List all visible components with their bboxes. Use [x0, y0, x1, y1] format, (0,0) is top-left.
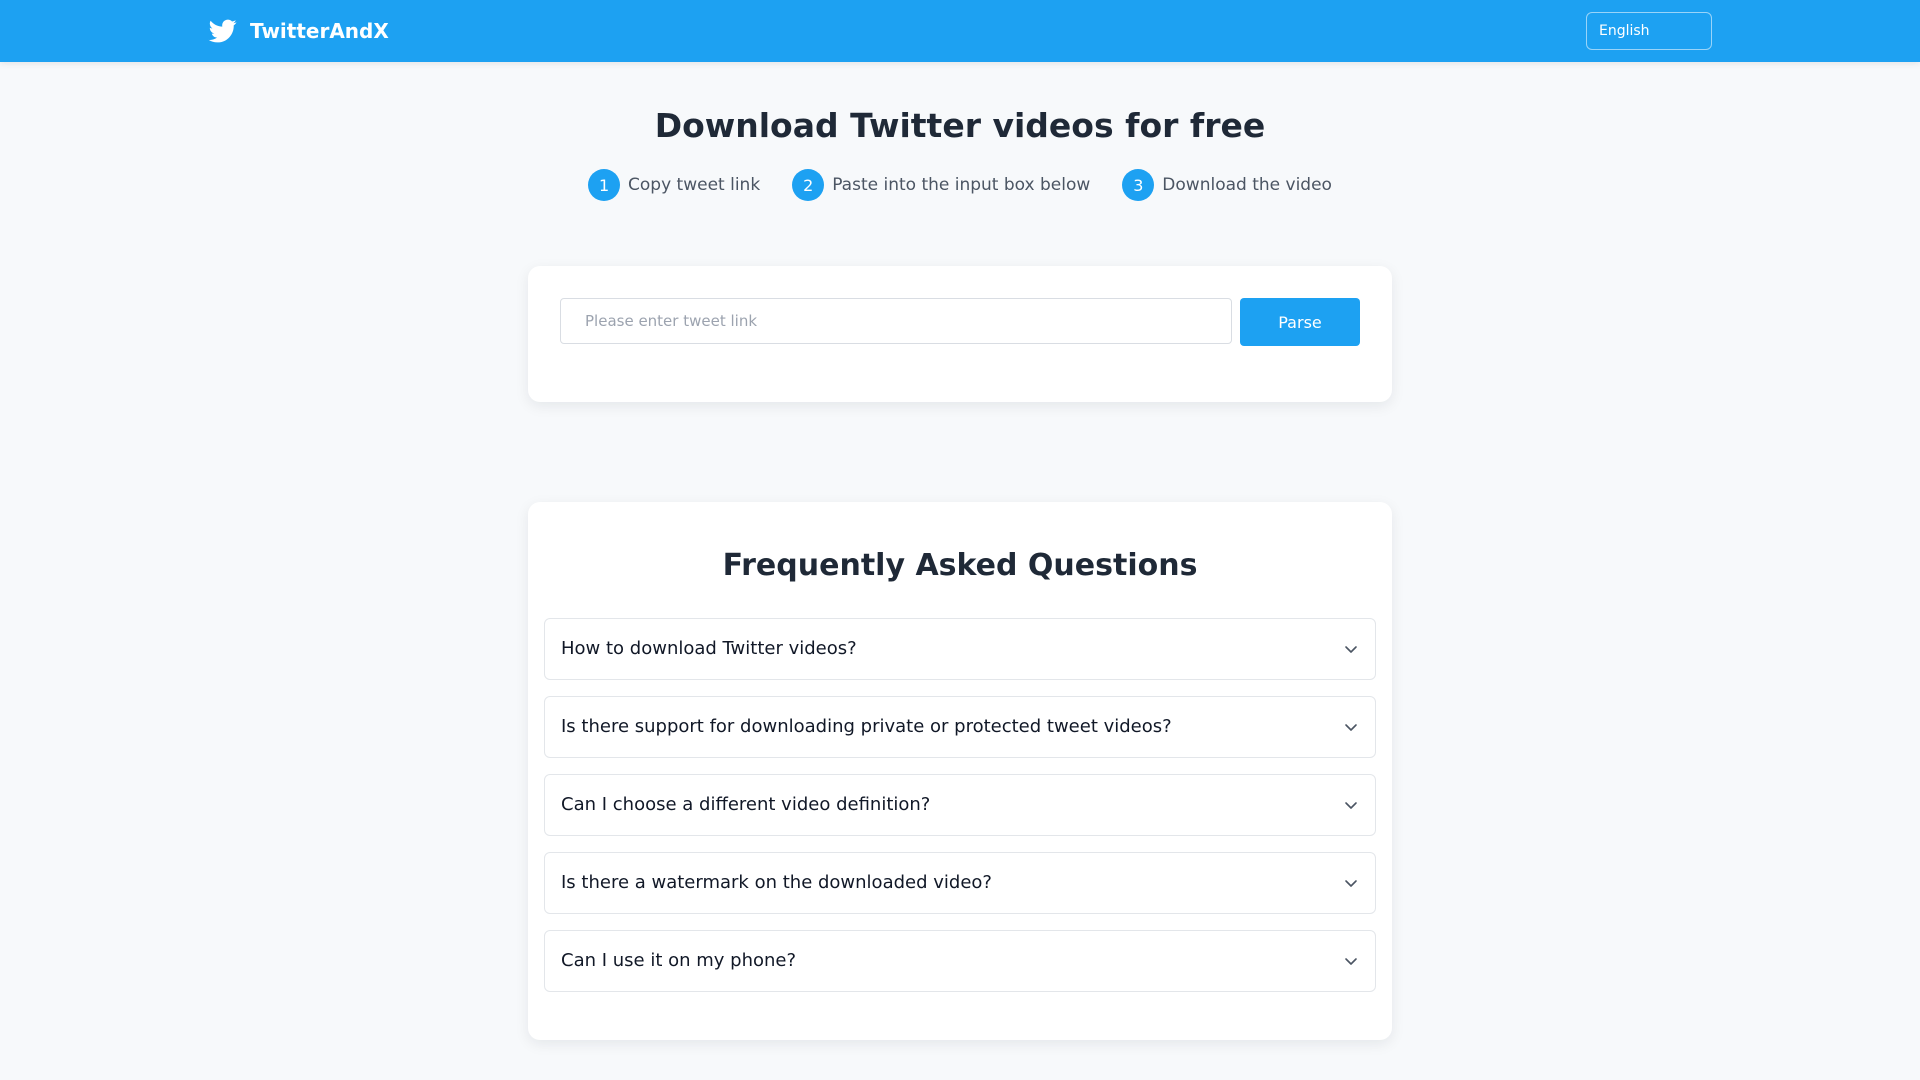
faq-item[interactable]: Can I use it on my phone? [544, 930, 1376, 992]
faq-item[interactable]: Can I choose a different video definitio… [544, 774, 1376, 836]
faq-question: How to download Twitter videos? [561, 638, 857, 659]
chevron-down-icon[interactable] [1343, 875, 1359, 891]
language-selector[interactable]: English [1586, 12, 1712, 50]
faq-question: Is there support for downloading private… [561, 716, 1172, 737]
faq-section: Frequently Asked Questions How to downlo… [528, 502, 1392, 1040]
step-number-badge: 1 [588, 169, 621, 201]
faq-item[interactable]: How to download Twitter videos? [544, 618, 1376, 680]
tweet-link-input[interactable] [560, 298, 1232, 344]
page-title: Download Twitter videos for free [654, 106, 1266, 145]
chevron-down-icon[interactable] [1343, 641, 1359, 657]
parse-button[interactable]: Parse [1240, 298, 1360, 346]
brand-name: TwitterAndX [250, 19, 389, 43]
top-navbar: TwitterAndX English [0, 0, 1920, 62]
chevron-down-icon[interactable] [1343, 953, 1359, 969]
chevron-down-icon[interactable] [1343, 719, 1359, 735]
link-parser-card: Parse [528, 266, 1392, 402]
faq-question: Can I use it on my phone? [561, 950, 797, 971]
twitter-bird-icon [207, 17, 239, 45]
step-1: 1 Copy tweet link [588, 169, 760, 201]
step-number-badge: 3 [1122, 169, 1155, 201]
step-label: Copy tweet link [628, 175, 761, 195]
step-2: 2 Paste into the input box below [792, 169, 1090, 201]
step-label: Paste into the input box below [832, 175, 1091, 195]
faq-list: How to download Twitter videos? Is there… [544, 618, 1376, 1008]
chevron-down-icon[interactable] [1343, 797, 1359, 813]
faq-item[interactable]: Is there support for downloading private… [544, 696, 1376, 758]
faq-title: Frequently Asked Questions [722, 548, 1198, 583]
brand-logo-link[interactable]: TwitterAndX [207, 15, 389, 47]
faq-question: Is there a watermark on the downloaded v… [561, 872, 992, 893]
faq-question: Can I choose a different video definitio… [561, 794, 931, 815]
steps-guide: 1 Copy tweet link 2 Paste into the input… [0, 169, 1920, 201]
step-3: 3 Download the video [1122, 169, 1332, 201]
faq-item[interactable]: Is there a watermark on the downloaded v… [544, 852, 1376, 914]
step-label: Download the video [1162, 175, 1332, 195]
step-number-badge: 2 [792, 169, 825, 201]
